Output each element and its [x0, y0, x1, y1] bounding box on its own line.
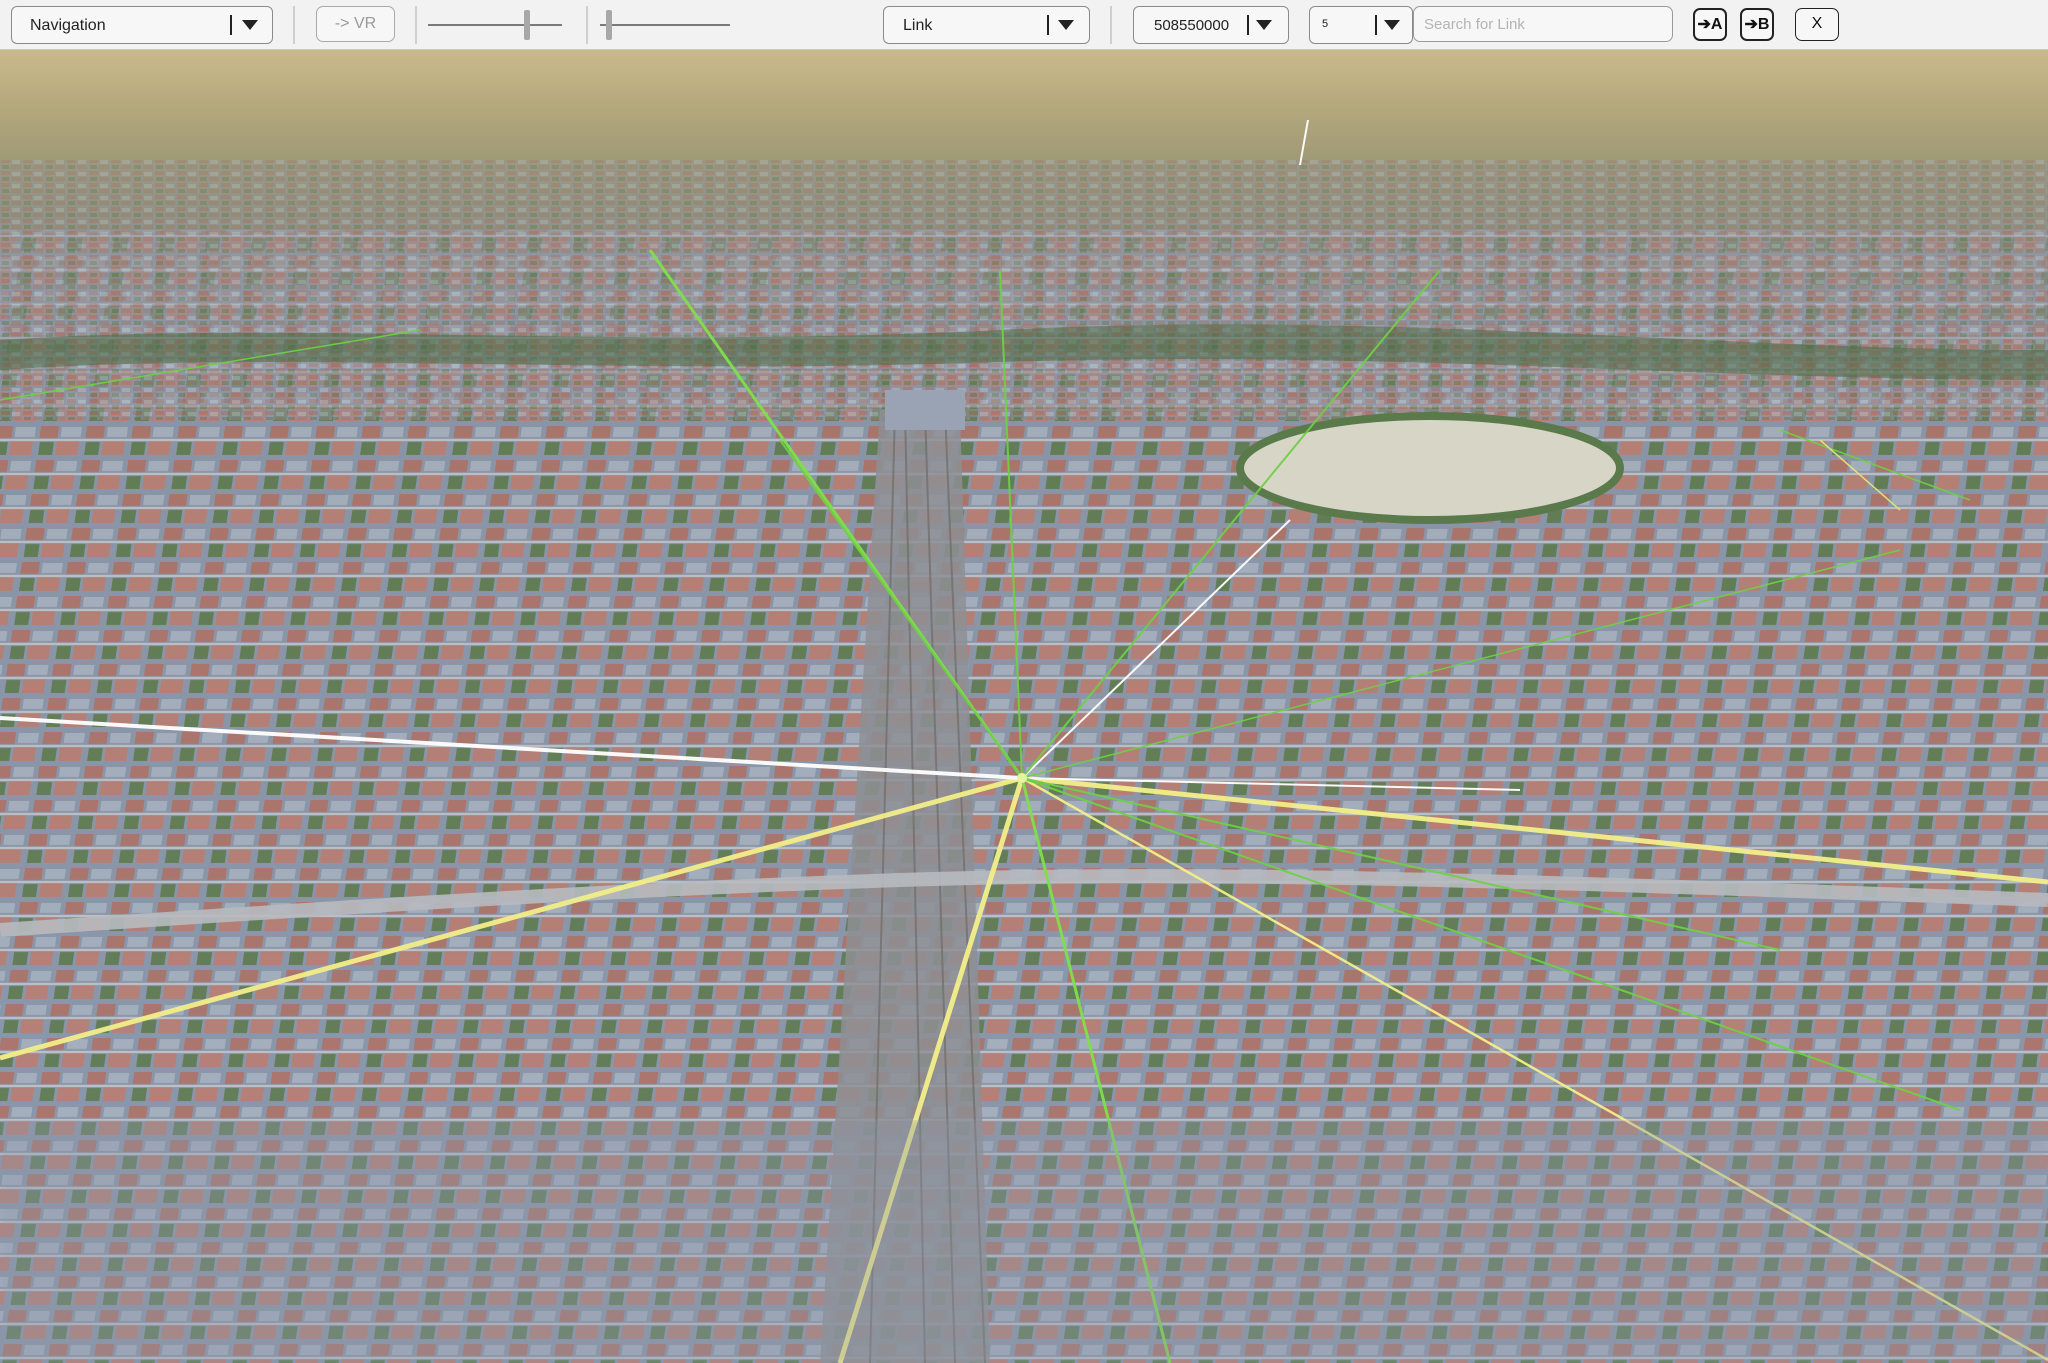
chevron-down-icon [242, 20, 258, 30]
map-viewport[interactable] [0, 50, 2048, 1363]
link-type-select-value: Link [903, 17, 933, 34]
count-select-divider [1375, 15, 1377, 35]
slider-2-thumb[interactable] [606, 10, 612, 40]
slider-1-track [428, 24, 562, 26]
time-select[interactable]: 508550000 [1133, 6, 1289, 44]
toolbar-divider [415, 6, 417, 44]
link-type-select-divider [1047, 15, 1049, 35]
link-type-select[interactable]: Link [883, 6, 1090, 44]
toolbar-divider [1110, 6, 1112, 44]
vr-button[interactable]: -> VR [316, 6, 395, 42]
toolbar: Navigation -> VR Link 508550000 5 Search… [0, 0, 2048, 50]
mode-select-value: Navigation [30, 17, 106, 34]
set-point-a-button[interactable]: ➔A [1693, 8, 1727, 41]
toolbar-divider [586, 6, 588, 44]
mode-select-divider [230, 15, 232, 35]
depth-of-field-blur [0, 1120, 2048, 1363]
slider-2-track [600, 24, 730, 26]
slider-1[interactable] [426, 6, 564, 44]
chevron-down-icon [1058, 20, 1074, 30]
toolbar-divider [293, 6, 295, 44]
time-select-divider [1247, 15, 1249, 35]
main-station [885, 390, 965, 430]
time-select-value: 508550000 [1154, 17, 1230, 34]
chevron-down-icon [1384, 20, 1400, 30]
count-select-value: 5 [1322, 18, 1329, 30]
chevron-down-icon [1256, 20, 1272, 30]
set-point-b-button[interactable]: ➔B [1740, 8, 1774, 41]
count-select[interactable]: 5 [1309, 6, 1413, 44]
link-search-input[interactable] [1413, 6, 1673, 42]
app-window: Navigation -> VR Link 508550000 5 Search… [0, 0, 2048, 1363]
open-square-oval [1236, 412, 1624, 524]
close-button[interactable]: X [1795, 8, 1839, 41]
slider-2[interactable] [598, 6, 732, 44]
link-hub-node [1017, 773, 1027, 783]
slider-1-thumb[interactable] [524, 10, 530, 40]
mode-select[interactable]: Navigation [11, 6, 273, 44]
city-map-render [0, 50, 2048, 1363]
